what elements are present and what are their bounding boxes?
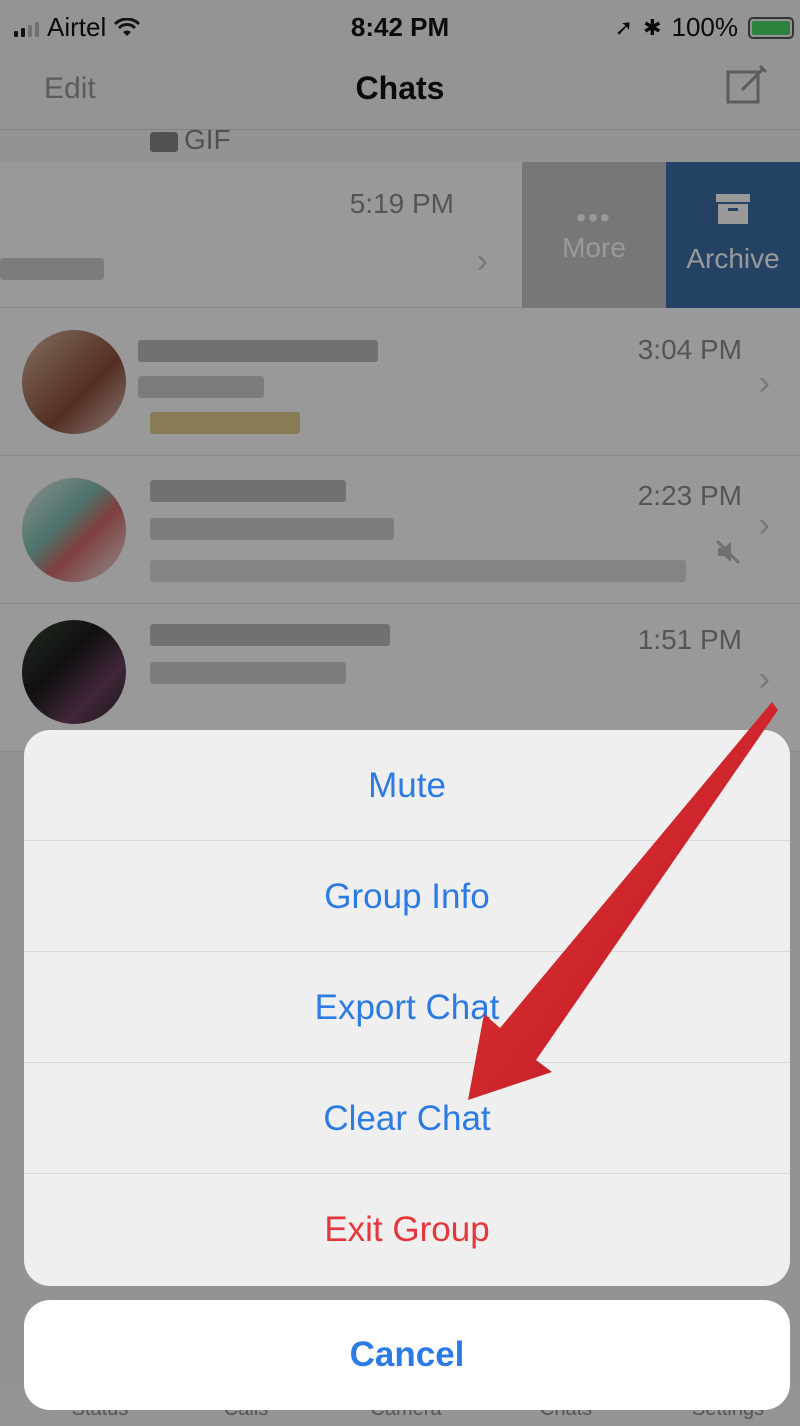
cancel-button[interactable]: Cancel: [24, 1300, 790, 1410]
export-chat-option[interactable]: Export Chat: [24, 952, 790, 1063]
exit-group-option[interactable]: Exit Group: [24, 1174, 790, 1285]
group-info-option[interactable]: Group Info: [24, 841, 790, 952]
mute-option[interactable]: Mute: [24, 730, 790, 841]
clear-chat-option[interactable]: Clear Chat: [24, 1063, 790, 1174]
action-sheet: Mute Group Info Export Chat Clear Chat E…: [24, 730, 790, 1286]
